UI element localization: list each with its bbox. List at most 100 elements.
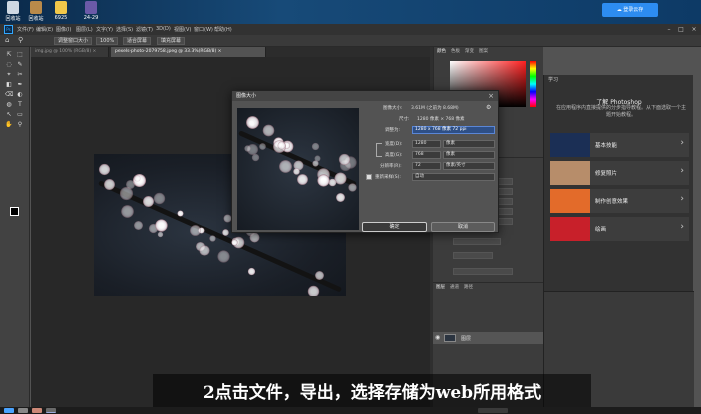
- learn-item-retouch[interactable]: 修复照片 ›: [550, 161, 689, 185]
- folder-icon: [55, 1, 67, 14]
- fit-to-select[interactable]: 1280 x 768 像素 72 ppi: [412, 126, 495, 134]
- ok-button[interactable]: 确定: [362, 222, 427, 232]
- menu-type[interactable]: 文字(Y): [96, 26, 113, 33]
- visibility-eye-icon[interactable]: ◉: [435, 334, 440, 341]
- zoom-icon[interactable]: ⚲: [18, 36, 23, 44]
- desktop-icon[interactable]: 6925: [50, 1, 72, 21]
- tool-icon[interactable]: ▭: [16, 111, 24, 118]
- chevron-right-icon: ›: [680, 166, 684, 176]
- tool-icon[interactable]: ⌫: [5, 91, 13, 98]
- tool-icon[interactable]: T: [16, 101, 24, 108]
- tool-icon[interactable]: ◌: [5, 61, 13, 68]
- property-field[interactable]: [453, 238, 501, 245]
- blossom-shape: [223, 214, 232, 223]
- hue-slider[interactable]: [530, 61, 536, 107]
- blossom-shape: [247, 267, 256, 275]
- menu-window[interactable]: 窗口(W): [194, 26, 213, 33]
- tutorial-thumbnail: [550, 133, 590, 157]
- height-input[interactable]: 768: [412, 151, 441, 159]
- maximize-icon[interactable]: □: [676, 25, 686, 34]
- resample-checkbox[interactable]: [366, 174, 372, 180]
- menu-help[interactable]: 帮助(H): [214, 26, 232, 33]
- taskbar-app-icon[interactable]: [18, 408, 28, 413]
- tab-swatches[interactable]: 色板: [448, 47, 463, 56]
- blossom-shape: [177, 210, 184, 217]
- menu-select[interactable]: 选择(S): [116, 26, 133, 33]
- learn-item-painting[interactable]: 绘画 ›: [550, 217, 689, 241]
- windows-taskbar: [0, 407, 701, 414]
- taskbar-photoshop-icon[interactable]: [46, 408, 56, 413]
- width-input[interactable]: 1280: [412, 140, 441, 148]
- toolbox: ⇱ ⬚ ◌ ✎ ⌖ ✂ ◧ ✒ ⌫ ◐ ◍ T ↖ ▭ ✋ ⚲: [0, 47, 30, 414]
- desktop-icon[interactable]: 回收站: [25, 1, 47, 22]
- foreground-color-swatch[interactable]: [10, 207, 19, 216]
- windows-start-icon[interactable]: [4, 408, 14, 413]
- close-icon[interactable]: ×: [488, 91, 494, 101]
- resample-select[interactable]: 自动: [412, 173, 495, 181]
- tool-icon[interactable]: ⚲: [16, 121, 24, 128]
- tab-paths[interactable]: 路径: [461, 283, 476, 292]
- tool-icon[interactable]: ✒: [16, 81, 24, 88]
- photoshop-logo-icon: Ps: [4, 25, 13, 34]
- image-size-dialog: 图像大小 × 图像大小: 3.61M (之前为 8.68M) ⚙ 尺寸: 128…: [231, 90, 499, 233]
- minimize-icon[interactable]: –: [664, 25, 674, 34]
- taskbar-app-icon[interactable]: [32, 408, 42, 413]
- fit-screen-button[interactable]: 适合屏幕: [123, 37, 152, 45]
- blossom-shape: [315, 270, 325, 280]
- blossom-shape: [231, 239, 238, 246]
- tool-icon[interactable]: ✎: [16, 61, 24, 68]
- tool-icon[interactable]: ↖: [5, 111, 13, 118]
- tool-icon[interactable]: ⬚: [16, 51, 24, 58]
- constrain-link-icon[interactable]: [376, 143, 382, 157]
- fill-screen-button[interactable]: 填充屏幕: [157, 37, 186, 45]
- tab-color[interactable]: 颜色: [434, 47, 449, 56]
- blossom-shape: [279, 159, 293, 173]
- taskbar-app-icon[interactable]: [478, 408, 508, 413]
- desktop-icon[interactable]: 24-29: [80, 1, 102, 21]
- chevron-right-icon: ›: [680, 194, 684, 204]
- blossom-shape: [246, 115, 260, 129]
- menu-image[interactable]: 图像(I): [56, 26, 71, 33]
- height-unit-select[interactable]: 像素: [443, 151, 495, 159]
- resize-windows-checkbox[interactable]: 调整窗口大小: [54, 37, 93, 45]
- tool-icon[interactable]: ◧: [5, 81, 13, 88]
- menu-layer[interactable]: 图层(L): [76, 26, 93, 33]
- tab-document[interactable]: img.jpg @ 100% (RGB/8) ×: [31, 47, 109, 57]
- tab-channels[interactable]: 通道: [447, 283, 462, 292]
- tool-icon[interactable]: ⇱: [5, 51, 13, 58]
- menu-3d[interactable]: 3D(D): [156, 26, 171, 32]
- cancel-button[interactable]: 取消: [431, 222, 495, 232]
- menu-file[interactable]: 文件(F): [17, 26, 34, 33]
- tool-icon[interactable]: ◐: [16, 91, 24, 98]
- property-field[interactable]: [453, 268, 513, 275]
- login-button[interactable]: ☁ 登录云存: [602, 3, 658, 17]
- tab-document-active[interactable]: pexels-photo-2079758.jpeg @ 33.3%(RGB/8)…: [111, 47, 266, 57]
- settings-gear-icon[interactable]: ⚙: [486, 104, 491, 111]
- width-unit-select[interactable]: 像素: [443, 140, 495, 148]
- options-bar: ⌂ ⚲ 调整窗口大小 100% 适合屏幕 填充屏幕: [0, 35, 701, 47]
- close-icon[interactable]: ×: [689, 25, 699, 34]
- layer-row[interactable]: ◉ 图层: [433, 332, 543, 344]
- blossom-shape: [125, 179, 135, 190]
- zoom-100-button[interactable]: 100%: [96, 37, 119, 45]
- menu-view[interactable]: 视图(V): [174, 26, 191, 33]
- learn-item-basic[interactable]: 基本技能 ›: [550, 133, 689, 157]
- learn-item-creative[interactable]: 制作创意效果 ›: [550, 189, 689, 213]
- resolution-unit-select[interactable]: 像素/英寸: [443, 162, 495, 170]
- tab-gradients[interactable]: 渐变: [462, 47, 477, 56]
- tool-icon[interactable]: ⌖: [5, 71, 13, 78]
- tool-icon[interactable]: ◍: [5, 101, 13, 108]
- menu-filter[interactable]: 滤镜(T): [136, 26, 153, 33]
- resolution-input[interactable]: 72: [412, 162, 441, 170]
- blossom-shape: [259, 143, 267, 150]
- home-icon[interactable]: ⌂: [5, 36, 9, 44]
- tab-patterns[interactable]: 图案: [476, 47, 491, 56]
- tool-icon[interactable]: ✋: [5, 121, 13, 128]
- blossom-shape: [317, 174, 330, 187]
- menu-edit[interactable]: 编辑(E): [36, 26, 53, 33]
- property-field[interactable]: [453, 252, 493, 259]
- tool-icon[interactable]: ✂: [16, 71, 24, 78]
- tab-layers[interactable]: 图层: [433, 283, 448, 292]
- desktop-icon[interactable]: 回收站: [2, 1, 24, 22]
- menu-bar: Ps 文件(F) 编辑(E) 图像(I) 图层(L) 文字(Y) 选择(S) 滤…: [0, 24, 701, 35]
